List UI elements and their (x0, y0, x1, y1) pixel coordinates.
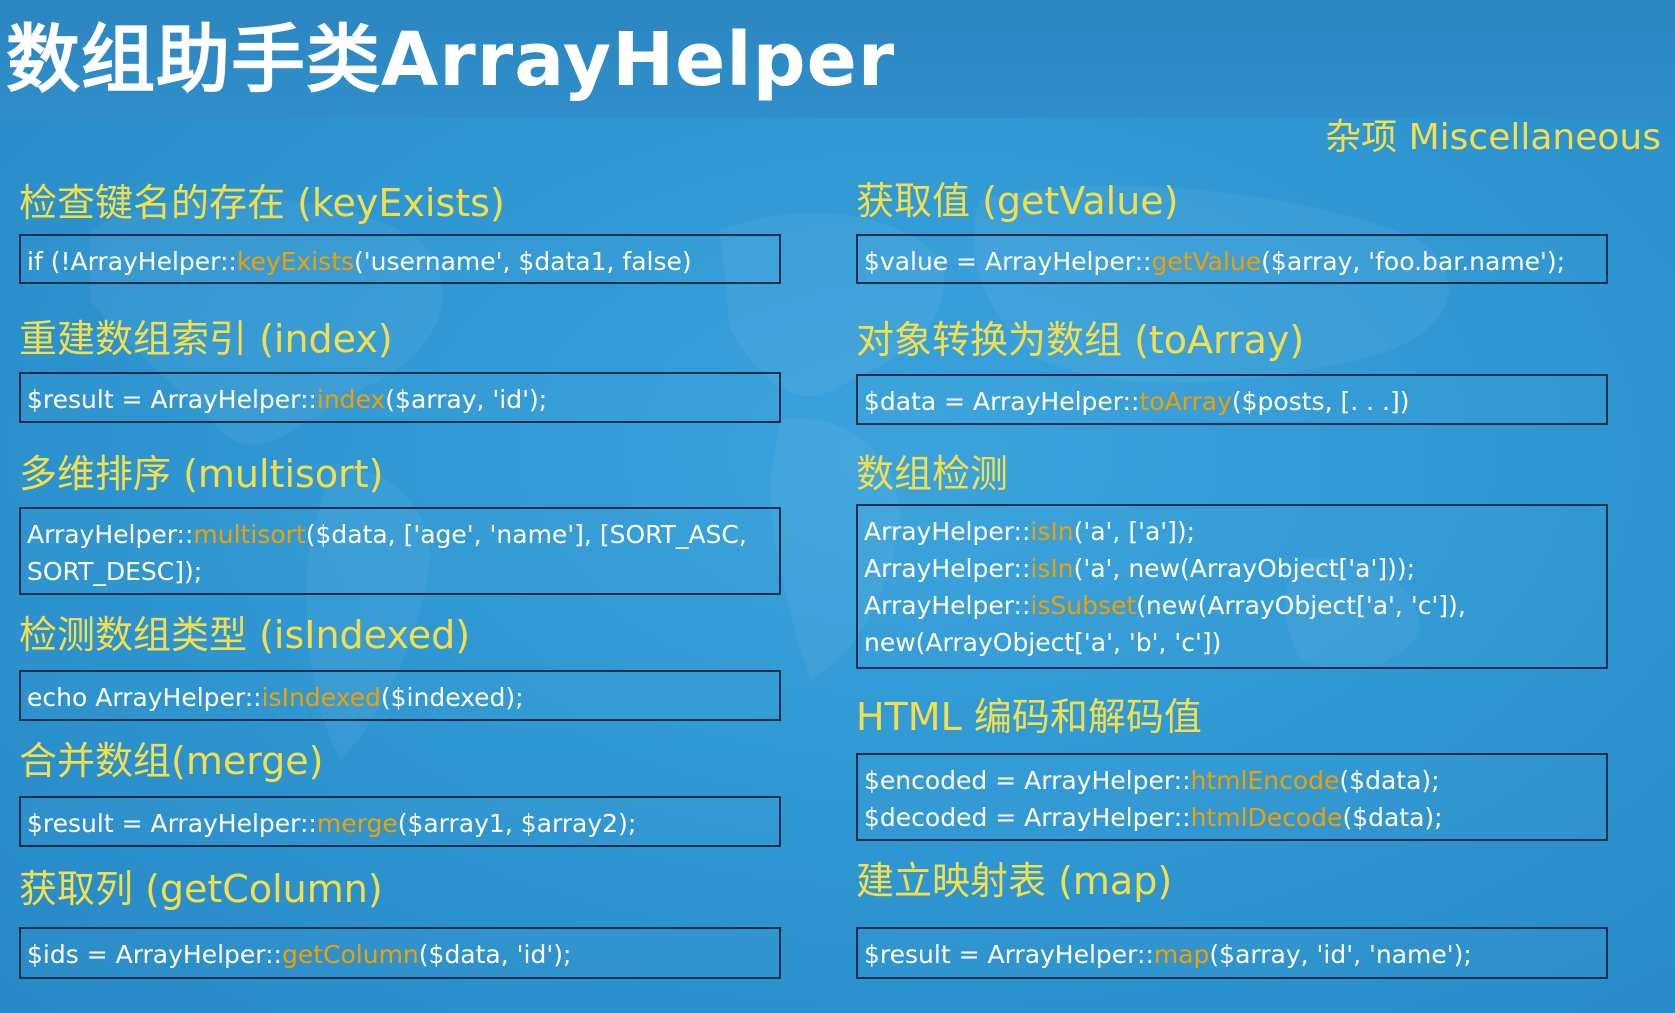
section-index: 重建数组索引 (index) (19, 314, 393, 364)
section-merge: 合并数组(merge) (19, 736, 324, 786)
code-text: ('username', $data1, false) (354, 247, 692, 276)
section-html-encode: HTML 编码和解码值 (856, 692, 1202, 742)
code-box-getvalue: $value = ArrayHelper::getValue($array, '… (856, 234, 1608, 284)
section-heading: 检查键名的存在 (keyExists) (19, 181, 505, 225)
code-line: $result = ArrayHelper::index($array, 'id… (27, 381, 773, 418)
code-text: ($data); (1339, 766, 1440, 795)
code-box-html-encode: $encoded = ArrayHelper::htmlEncode($data… (856, 753, 1608, 841)
code-text: ArrayHelper:: (864, 591, 1031, 620)
code-text: ($array, 'foo.bar.name'); (1261, 247, 1566, 276)
code-box-toarray: $data = ArrayHelper::toArray($posts, [. … (856, 374, 1608, 425)
subtitle: 杂项 Miscellaneous (1325, 117, 1661, 158)
code-text: echo ArrayHelper:: (27, 683, 262, 712)
method-name: keyExists (236, 247, 355, 276)
method-name: merge (316, 809, 398, 838)
code-text: (new(ArrayObject['a', 'c']), (1136, 591, 1466, 620)
method-name: toArray (1139, 387, 1232, 416)
code-line: $value = ArrayHelper::getValue($array, '… (864, 243, 1600, 280)
code-text: ($posts, [. . .]) (1231, 387, 1410, 416)
code-text: ArrayHelper:: (27, 520, 194, 549)
section-heading: 检测数组类型 (isIndexed) (19, 613, 471, 657)
code-box-array-check: ArrayHelper::isIn('a', ['a']); ArrayHelp… (856, 504, 1608, 669)
section-toarray: 对象转换为数组 (toArray) (856, 315, 1304, 365)
code-text: ($array1, $array2); (397, 809, 637, 838)
code-text: $result = ArrayHelper:: (864, 940, 1154, 969)
code-text: SORT_DESC]); (27, 557, 203, 586)
section-array-check: 数组检测 (856, 449, 1008, 499)
section-heading: 获取值 (getValue) (856, 179, 1179, 223)
code-line: $encoded = ArrayHelper::htmlEncode($data… (864, 762, 1600, 799)
page-title: 数组助手类ArrayHelper (6, 17, 896, 103)
code-line: echo ArrayHelper::isIndexed($indexed); (27, 679, 773, 716)
code-line: $result = ArrayHelper::map($array, 'id',… (864, 936, 1600, 973)
code-text: ArrayHelper:: (864, 517, 1031, 546)
code-box-map: $result = ArrayHelper::map($array, 'id',… (856, 927, 1608, 979)
method-name: index (316, 385, 386, 414)
code-text: if (!ArrayHelper:: (27, 247, 237, 276)
method-name: getColumn (281, 940, 419, 969)
code-text: ArrayHelper:: (864, 554, 1031, 583)
section-heading: 对象转换为数组 (toArray) (856, 318, 1305, 362)
code-line: ArrayHelper::isIn('a', new(ArrayObject['… (864, 550, 1600, 587)
code-text: ('a', new(ArrayObject['a'])); (1073, 554, 1416, 583)
code-line: $decoded = ArrayHelper::htmlDecode($data… (864, 799, 1600, 836)
code-text: $value = ArrayHelper:: (864, 247, 1152, 276)
code-line: SORT_DESC]); (27, 553, 773, 590)
method-name: htmlEncode (1190, 766, 1340, 795)
code-box-merge: $result = ArrayHelper::merge($array1, $a… (19, 796, 781, 847)
code-box-index: $result = ArrayHelper::index($array, 'id… (19, 372, 781, 423)
code-line: new(ArrayObject['a', 'b', 'c']) (864, 624, 1600, 661)
code-line: $ids = ArrayHelper::getColumn($data, 'id… (27, 936, 773, 973)
method-name: isIn (1030, 554, 1074, 583)
section-heading: 合并数组(merge) (19, 739, 324, 783)
code-text: $encoded = ArrayHelper:: (864, 766, 1191, 795)
code-text: new(ArrayObject['a', 'b', 'c']) (864, 628, 1222, 657)
code-line: ArrayHelper::isIn('a', ['a']); (864, 513, 1600, 550)
code-line: $data = ArrayHelper::toArray($posts, [. … (864, 383, 1600, 420)
code-text: ($array, 'id'); (385, 385, 548, 414)
code-text: ($data, ['age', 'name'], [SORT_ASC, (305, 520, 747, 549)
method-name: getValue (1151, 247, 1262, 276)
method-name: isIndexed (261, 683, 381, 712)
code-text: $data = ArrayHelper:: (864, 387, 1140, 416)
section-heading: 多维排序 (multisort) (19, 452, 384, 496)
code-text: $ids = ArrayHelper:: (27, 940, 282, 969)
section-heading: HTML 编码和解码值 (856, 695, 1202, 739)
section-heading: 建立映射表 (map) (856, 859, 1173, 903)
code-box-isindexed: echo ArrayHelper::isIndexed($indexed); (19, 670, 781, 721)
section-multisort: 多维排序 (multisort) (19, 449, 383, 499)
method-name: isIn (1030, 517, 1074, 546)
code-text: $result = ArrayHelper:: (27, 809, 317, 838)
code-line: ArrayHelper::multisort($data, ['age', 'n… (27, 516, 773, 553)
section-isindexed: 检测数组类型 (isIndexed) (19, 610, 470, 660)
code-text: $decoded = ArrayHelper:: (864, 803, 1191, 832)
section-keyexists: 检查键名的存在 (keyExists) (19, 178, 505, 228)
method-name: htmlDecode (1190, 803, 1343, 832)
section-heading: 重建数组索引 (index) (19, 317, 393, 361)
code-text: ($data, 'id'); (418, 940, 572, 969)
code-text: ('a', ['a']); (1073, 517, 1196, 546)
method-name: isSubset (1030, 591, 1137, 620)
code-box-keyexists: if (!ArrayHelper::keyExists('username', … (19, 234, 781, 284)
method-name: multisort (193, 520, 306, 549)
section-getvalue: 获取值 (getValue) (856, 176, 1178, 226)
code-line: if (!ArrayHelper::keyExists('username', … (27, 243, 773, 280)
section-heading: 获取列 (getColumn) (19, 867, 383, 911)
code-text: ($data); (1342, 803, 1443, 832)
code-line: $result = ArrayHelper::merge($array1, $a… (27, 805, 773, 842)
section-heading: 数组检测 (856, 452, 1009, 496)
section-getcolumn: 获取列 (getColumn) (19, 864, 383, 914)
code-text: ($array, 'id', 'name'); (1209, 940, 1472, 969)
method-name: map (1153, 940, 1210, 969)
section-map: 建立映射表 (map) (856, 856, 1172, 906)
code-text: $result = ArrayHelper:: (27, 385, 317, 414)
code-text: ($indexed); (380, 683, 524, 712)
code-box-getcolumn: $ids = ArrayHelper::getColumn($data, 'id… (19, 927, 781, 979)
code-box-multisort: ArrayHelper::multisort($data, ['age', 'n… (19, 507, 781, 595)
code-line: ArrayHelper::isSubset(new(ArrayObject['a… (864, 587, 1600, 624)
